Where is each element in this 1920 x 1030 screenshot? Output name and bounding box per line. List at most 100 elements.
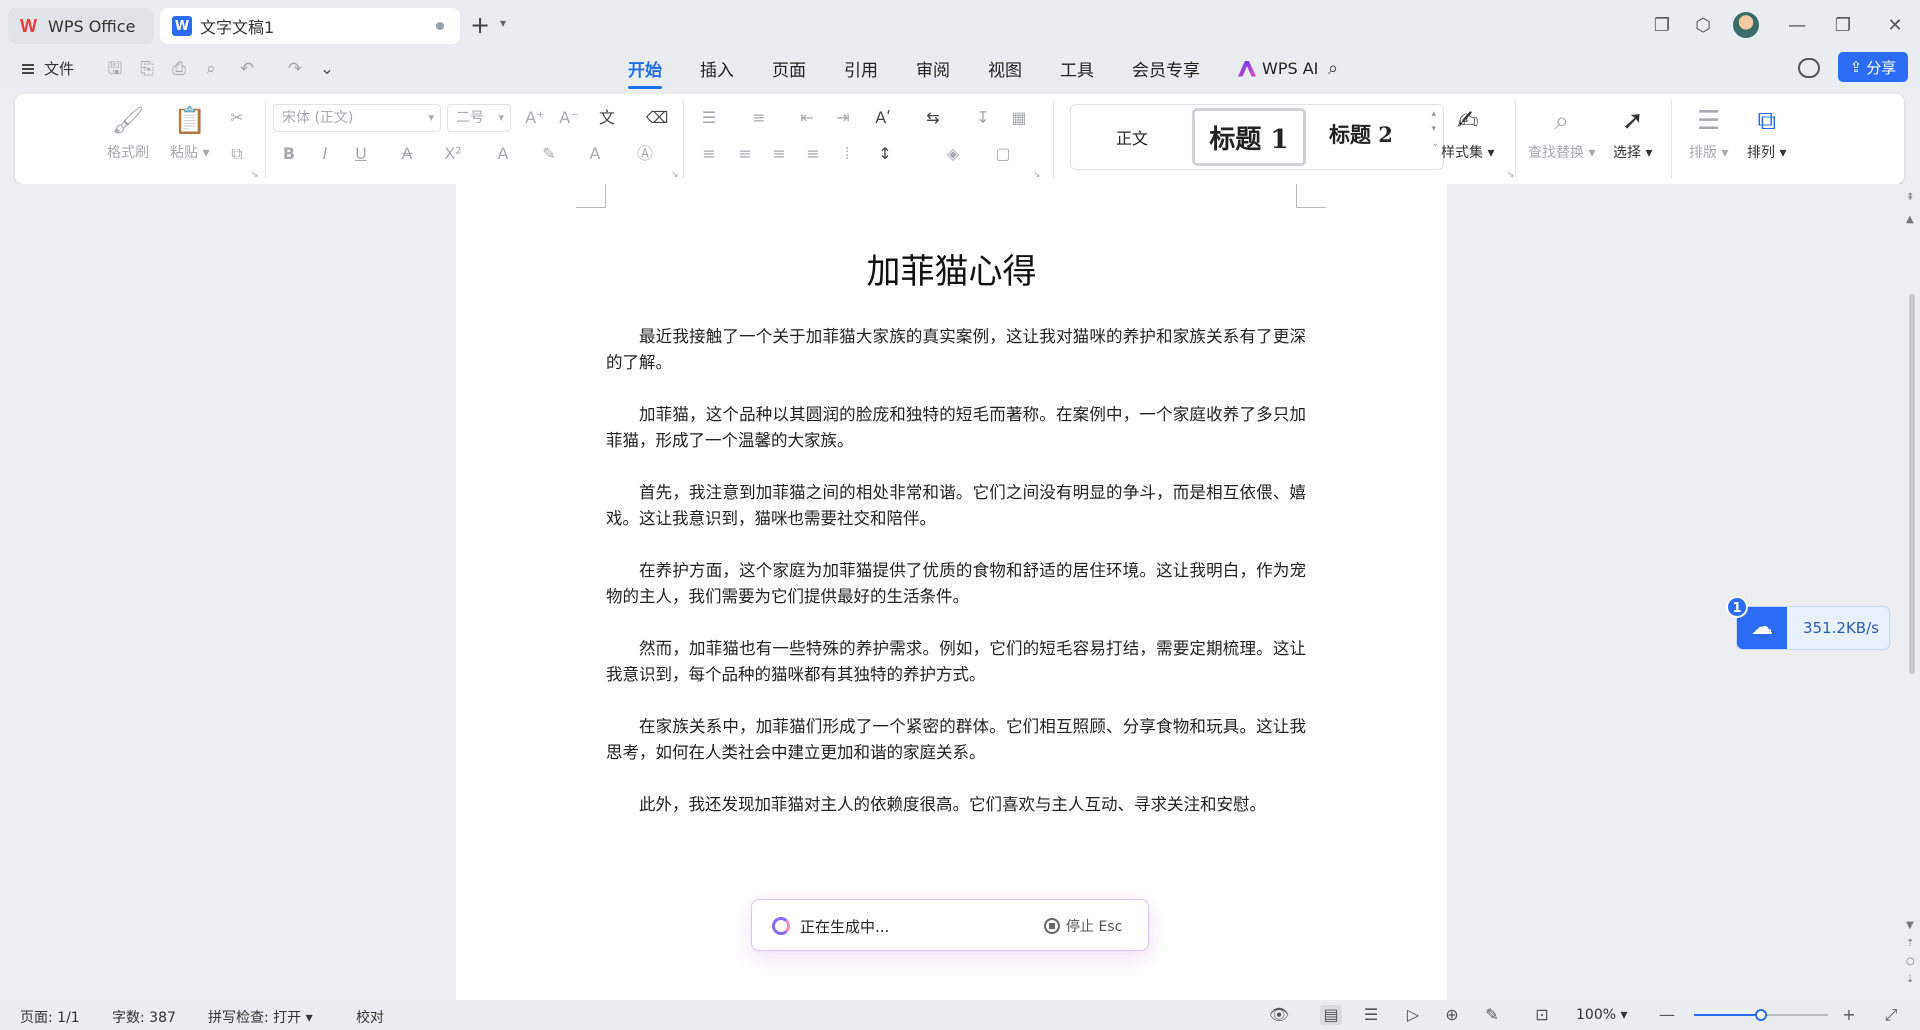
align-left-icon[interactable]: ≡ — [697, 142, 721, 166]
dialog-launcher-icon[interactable]: ↘ — [671, 170, 679, 180]
document-body[interactable]: 最近我接触了一个关于加菲猫大家族的真实案例，这让我对猫咪的养护和家族关系有了更深… — [606, 324, 1306, 844]
border-icon[interactable]: ▢ — [991, 142, 1015, 166]
paste-button[interactable]: 📋 粘贴 ▾ — [170, 104, 209, 162]
phonetic-guide-icon[interactable]: 文 — [595, 106, 619, 130]
print-icon[interactable]: ⎙ — [168, 58, 190, 80]
underline-icon[interactable]: U — [349, 142, 373, 166]
text-direction-icon[interactable]: Aʹ — [871, 106, 895, 130]
redo-icon[interactable]: ↷ — [284, 58, 306, 80]
paragraph[interactable]: 最近我接触了一个关于加菲猫大家族的真实案例，这让我对猫咪的养护和家族关系有了更深… — [606, 324, 1306, 376]
word-count[interactable]: 字数: 387 — [112, 1007, 176, 1027]
distributed-icon[interactable]: ⦙ — [835, 142, 859, 166]
paragraph[interactable]: 此外，我还发现加菲猫对主人的依赖度很高。它们喜欢与主人互动、寻求关注和安慰。 — [606, 792, 1306, 818]
page-count[interactable]: 页面: 1/1 — [20, 1007, 80, 1027]
tab-review[interactable]: 审阅 — [916, 56, 950, 85]
increase-indent-icon[interactable]: ⇥ — [831, 106, 855, 130]
document-title[interactable]: 加菲猫心得 — [456, 244, 1447, 293]
file-menu-button[interactable]: 文件 — [22, 58, 74, 79]
align-right-icon[interactable]: ≡ — [767, 142, 791, 166]
layout-button[interactable]: ☰ 排版 ▾ — [1689, 104, 1728, 162]
upload-speed-widget[interactable]: ☁ 351.2KB/s — [1736, 606, 1890, 650]
dialog-launcher-icon[interactable]: ↘ — [1507, 170, 1515, 180]
proofread-button[interactable]: 校对 — [356, 1007, 384, 1027]
wps-ai-button[interactable]: WPS AI — [1238, 59, 1318, 78]
avatar[interactable] — [1733, 12, 1759, 38]
new-tab-button[interactable]: + — [470, 12, 490, 38]
select-browse-object-icon[interactable]: ○ — [1906, 956, 1915, 967]
fullscreen-icon[interactable]: ⤢ — [1880, 1005, 1902, 1025]
format-painter-button[interactable]: 🖌 格式刷 — [107, 104, 149, 162]
font-name-select[interactable]: 宋体 (正文) ▾ — [273, 104, 441, 132]
numbered-list-icon[interactable]: ≡ — [747, 106, 771, 130]
cube-icon[interactable]: ⬡ — [1689, 12, 1717, 40]
dialog-launcher-icon[interactable]: ↘ — [251, 170, 259, 180]
italic-icon[interactable]: I — [313, 142, 337, 166]
align-center-icon[interactable]: ≡ — [733, 142, 757, 166]
font-size-select[interactable]: 二号 ▾ — [447, 104, 511, 132]
char-shading-icon[interactable]: Ⓐ — [633, 142, 657, 166]
save-icon[interactable]: 🖫 — [104, 58, 126, 80]
tab-view[interactable]: 视图 — [988, 56, 1022, 85]
stop-generation-button[interactable]: 停止 Esc — [1044, 916, 1122, 936]
sort-icon[interactable]: ↧ — [971, 106, 995, 130]
document-page[interactable]: 加菲猫心得 最近我接触了一个关于加菲猫大家族的真实案例，这让我对猫咪的养护和家族… — [456, 184, 1447, 1000]
arrange-button[interactable]: ⧉ 排列 ▾ — [1747, 104, 1786, 162]
scroll-up-icon[interactable]: ▲ — [1906, 214, 1914, 225]
vertical-scrollbar[interactable]: ⇞ ▲ ▼ ⇡ ○ ⇣ — [1904, 184, 1920, 1000]
tab-home[interactable]: 开始 — [628, 56, 662, 89]
copy-icon[interactable]: ⧉ — [225, 142, 249, 166]
style-normal[interactable]: 正文 — [1116, 125, 1148, 149]
web-view-icon[interactable]: ⊕ — [1441, 1005, 1463, 1025]
minimize-icon[interactable]: — — [1783, 12, 1811, 40]
zoom-select[interactable]: 100% ▾ — [1576, 1007, 1628, 1023]
paragraph[interactable]: 首先，我注意到加菲猫之间的相处非常和谐。它们之间没有明显的争斗，而是相互依偎、嬉… — [606, 480, 1306, 532]
scroll-down-icon[interactable]: ▼ — [1906, 920, 1914, 931]
paragraph[interactable]: 在家族关系中，加菲猫们形成了一个紧密的群体。它们相互照顾、分享食物和玩具。这让我… — [606, 714, 1306, 766]
decrease-font-icon[interactable]: A⁻ — [557, 106, 581, 130]
highlight-icon[interactable]: ✎ — [537, 142, 561, 166]
bullet-list-icon[interactable]: ☰ — [697, 106, 721, 130]
fit-page-icon[interactable]: ⊡ — [1531, 1005, 1553, 1025]
page-view-icon[interactable]: ▤ — [1320, 1005, 1342, 1025]
eye-protection-icon[interactable]: 👁 — [1268, 1005, 1290, 1025]
style-set-button[interactable]: ✍ 样式集 ▾ — [1441, 104, 1494, 162]
scrollbar-thumb[interactable] — [1909, 294, 1915, 674]
font-color-icon[interactable]: A — [583, 142, 607, 166]
text-effect-icon[interactable]: A — [491, 142, 515, 166]
unsaved-dot-icon[interactable] — [436, 22, 444, 30]
tab-page[interactable]: 页面 — [772, 56, 806, 85]
close-icon[interactable]: ✕ — [1881, 12, 1909, 40]
restore-icon[interactable]: ❐ — [1829, 12, 1857, 40]
window-layout-icon[interactable]: ❐ — [1648, 12, 1676, 40]
select-button[interactable]: ➚ 选择 ▾ — [1613, 104, 1652, 162]
zoom-in-icon[interactable]: + — [1838, 1005, 1860, 1025]
spellcheck-toggle[interactable]: 拼写检查: 打开 ▾ — [208, 1007, 313, 1027]
zoom-slider[interactable] — [1694, 1009, 1828, 1021]
dialog-launcher-icon[interactable]: ↘ — [1033, 170, 1041, 180]
pen-icon[interactable]: ✎ — [1481, 1005, 1503, 1025]
find-replace-button[interactable]: ⌕ 查找替换 ▾ — [1528, 104, 1595, 162]
tab-member[interactable]: 会员专享 — [1132, 56, 1200, 85]
sort-direction-icon[interactable]: ⇆ — [921, 106, 945, 130]
style-heading-1[interactable]: 标题 1 — [1192, 108, 1306, 166]
undo-icon[interactable]: ↶ — [236, 58, 258, 80]
tab-wps-office[interactable]: W WPS Office — [8, 8, 154, 44]
decrease-indent-icon[interactable]: ⇤ — [795, 106, 819, 130]
paragraph[interactable]: 然而，加菲猫也有一些特殊的养护需求。例如，它们的短毛容易打结，需要定期梳理。这让… — [606, 636, 1306, 688]
chevron-down-icon[interactable]: ▾ — [500, 16, 506, 30]
zoom-out-icon[interactable]: — — [1656, 1005, 1678, 1025]
share-button[interactable]: ⇪ 分享 — [1838, 52, 1908, 82]
previous-page-icon[interactable]: ⇡ — [1906, 938, 1914, 949]
tab-references[interactable]: 引用 — [844, 56, 878, 85]
justify-icon[interactable]: ≡ — [801, 142, 825, 166]
tab-insert[interactable]: 插入 — [700, 56, 734, 85]
table-grid-icon[interactable]: ▦ — [1007, 106, 1031, 130]
shading-icon[interactable]: ◈ — [941, 142, 965, 166]
outline-view-icon[interactable]: ☰ — [1360, 1005, 1382, 1025]
superscript-icon[interactable]: X² — [441, 142, 465, 166]
play-icon[interactable]: ▷ — [1402, 1005, 1424, 1025]
cut-icon[interactable]: ✂ — [225, 106, 249, 130]
strikethrough-icon[interactable]: A — [395, 142, 419, 166]
styles-scroll-arrows[interactable]: ▴ ▾ ⌄ — [1431, 107, 1439, 152]
next-page-icon[interactable]: ⇣ — [1906, 974, 1914, 985]
